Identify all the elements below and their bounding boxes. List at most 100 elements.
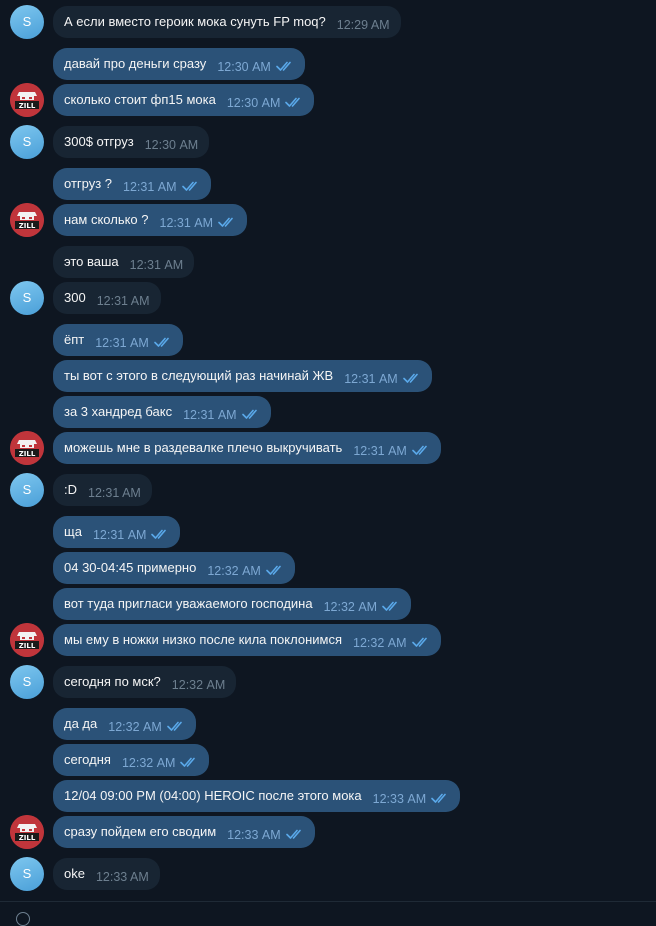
message-text: 04 30-04:45 примерно bbox=[64, 560, 197, 575]
avatar[interactable]: S bbox=[10, 125, 44, 159]
message-time: 12:32 AM bbox=[323, 600, 378, 614]
message-bubble[interactable]: можешь мне в раздевалке плечо выкручиват… bbox=[53, 432, 441, 464]
message-time: 12:32 AM bbox=[207, 564, 261, 578]
message-time: 12:31 AM bbox=[344, 372, 398, 386]
avatar[interactable]: ZILL bbox=[10, 203, 44, 237]
message-bubble[interactable]: давай про деньги сразу 12:30 AM bbox=[53, 48, 305, 80]
message-text: сегодня по мск? bbox=[64, 674, 161, 689]
avatar[interactable]: S bbox=[10, 5, 44, 39]
message-text: это ваша bbox=[64, 254, 119, 269]
read-checkmarks-icon bbox=[285, 829, 304, 839]
message-time: 12:31 AM bbox=[92, 528, 147, 542]
message-bubble[interactable]: А если вместо героик мока сунуть FP moq?… bbox=[53, 6, 401, 38]
message-text: да да bbox=[64, 716, 98, 731]
read-checkmarks-icon bbox=[412, 445, 430, 455]
read-checkmarks-icon bbox=[181, 181, 200, 191]
avatar[interactable]: ZILL bbox=[10, 623, 44, 657]
message-time: 12:33 AM bbox=[95, 870, 149, 884]
message-bubble[interactable]: ёпт 12:31 AM bbox=[53, 324, 183, 356]
message-text: отгруз ? bbox=[64, 176, 113, 191]
message-bubble[interactable]: нам сколько ? 12:31 AM bbox=[53, 204, 248, 236]
avatar[interactable]: S bbox=[10, 665, 44, 699]
message-time: 12:33 AM bbox=[227, 828, 281, 842]
message-text: :D bbox=[64, 482, 77, 497]
message-bubble[interactable]: отгруз ? 12:31 AM bbox=[53, 168, 211, 200]
message-text: мы ему в ножки низко после кила поклоним… bbox=[64, 632, 342, 647]
message-text: А если вместо героик мока сунуть FP moq? bbox=[64, 14, 326, 29]
avatar[interactable]: ZILL bbox=[10, 815, 44, 849]
read-checkmarks-icon bbox=[382, 601, 400, 611]
message-time: 12:30 AM bbox=[217, 60, 271, 74]
message-text: можешь мне в раздевалке плечо выкручиват… bbox=[64, 440, 343, 455]
read-checkmarks-icon bbox=[151, 529, 169, 539]
message-text: 300 bbox=[64, 290, 86, 305]
message-bubble[interactable]: сегодня 12:32 AM bbox=[53, 744, 210, 776]
message-bubble[interactable]: сегодня по мск? 12:32 AM bbox=[53, 666, 237, 698]
read-checkmarks-icon bbox=[153, 337, 172, 347]
svg-text:ZILL: ZILL bbox=[19, 834, 36, 842]
read-checkmarks-icon bbox=[266, 565, 284, 575]
read-checkmarks-icon bbox=[276, 61, 294, 71]
avatar[interactable]: ZILL bbox=[10, 431, 44, 465]
message-text: ты вот с этого в следующий раз начинай Ж… bbox=[64, 368, 334, 383]
message-time: 12:31 AM bbox=[129, 258, 184, 272]
attach-icon[interactable] bbox=[16, 912, 30, 926]
read-checkmarks-icon bbox=[166, 721, 185, 731]
message-text: вот туда пригласи уважаемого господина bbox=[64, 596, 313, 611]
message-bubble[interactable]: :D 12:31 AM bbox=[53, 474, 152, 506]
avatar[interactable]: S bbox=[10, 281, 44, 315]
svg-text:ZILL: ZILL bbox=[19, 450, 36, 458]
read-checkmarks-icon bbox=[285, 97, 303, 107]
message-bubble[interactable]: 300$ отгруз 12:30 AM bbox=[53, 126, 210, 158]
composer-divider bbox=[0, 901, 656, 902]
message-text: ёпт bbox=[64, 332, 85, 347]
message-bubble[interactable]: ща 12:31 AM bbox=[53, 516, 181, 548]
read-checkmarks-icon bbox=[218, 217, 236, 227]
message-bubble[interactable]: ты вот с этого в следующий раз начинай Ж… bbox=[53, 360, 432, 392]
message-bubble[interactable]: 04 30-04:45 примерно 12:32 AM bbox=[53, 552, 295, 584]
message-text: ща bbox=[64, 524, 82, 539]
message-bubble[interactable]: это ваша 12:31 AM bbox=[53, 246, 195, 278]
svg-text:ZILL: ZILL bbox=[19, 222, 36, 230]
avatar[interactable]: S bbox=[10, 473, 44, 507]
message-text: сразу пойдем его сводим bbox=[64, 824, 217, 839]
message-bubble[interactable]: за 3 хандред бакс 12:31 AM bbox=[53, 396, 271, 428]
read-checkmarks-icon bbox=[411, 637, 430, 647]
avatar[interactable]: ZILL bbox=[10, 83, 44, 117]
avatar[interactable]: S bbox=[10, 857, 44, 891]
message-time: 12:31 AM bbox=[159, 216, 214, 230]
svg-text:ZILL: ZILL bbox=[19, 642, 36, 650]
read-checkmarks-icon bbox=[431, 793, 449, 803]
message-time: 12:32 AM bbox=[121, 756, 176, 770]
message-time: 12:31 AM bbox=[88, 486, 141, 500]
message-bubble[interactable]: 300 12:31 AM bbox=[53, 282, 161, 314]
message-text: за 3 хандред бакс bbox=[64, 404, 173, 419]
message-bubble[interactable]: 12/04 09:00 PM (04:00) HEROIC после этог… bbox=[53, 780, 461, 812]
message-time: 12:32 AM bbox=[108, 720, 162, 734]
message-bubble[interactable]: oke 12:33 AM bbox=[53, 858, 160, 890]
message-text: сегодня bbox=[64, 752, 111, 767]
message-bubble[interactable]: да да 12:32 AM bbox=[53, 708, 196, 740]
message-bubble[interactable]: вот туда пригласи уважаемого господина 12… bbox=[53, 588, 412, 620]
message-text: oke bbox=[64, 866, 85, 881]
read-checkmarks-icon bbox=[180, 757, 198, 767]
message-text: 300$ отгруз bbox=[64, 134, 134, 149]
message-time: 12:32 AM bbox=[353, 636, 407, 650]
svg-text:ZILL: ZILL bbox=[19, 102, 36, 110]
message-bubble[interactable]: сколько стоит фп15 мока 12:30 AM bbox=[53, 84, 315, 116]
message-time: 12:33 AM bbox=[372, 792, 427, 806]
message-time: 12:31 AM bbox=[95, 336, 149, 350]
message-text: нам сколько ? bbox=[64, 212, 149, 227]
message-time: 12:31 AM bbox=[353, 444, 407, 458]
message-bubble[interactable]: сразу пойдем его сводим 12:33 AM bbox=[53, 816, 315, 848]
message-text: давай про деньги сразу bbox=[64, 56, 207, 71]
read-checkmarks-icon bbox=[241, 409, 260, 419]
read-checkmarks-icon bbox=[402, 373, 421, 383]
message-bubble[interactable]: мы ему в ножки низко после кила поклоним… bbox=[53, 624, 441, 656]
message-time: 12:30 AM bbox=[144, 138, 199, 152]
message-time: 12:30 AM bbox=[226, 96, 281, 110]
message-time: 12:31 AM bbox=[123, 180, 177, 194]
message-text: 12/04 09:00 PM (04:00) HEROIC после этог… bbox=[64, 788, 362, 803]
message-time: 12:31 AM bbox=[96, 294, 150, 308]
message-time: 12:32 AM bbox=[171, 678, 226, 692]
